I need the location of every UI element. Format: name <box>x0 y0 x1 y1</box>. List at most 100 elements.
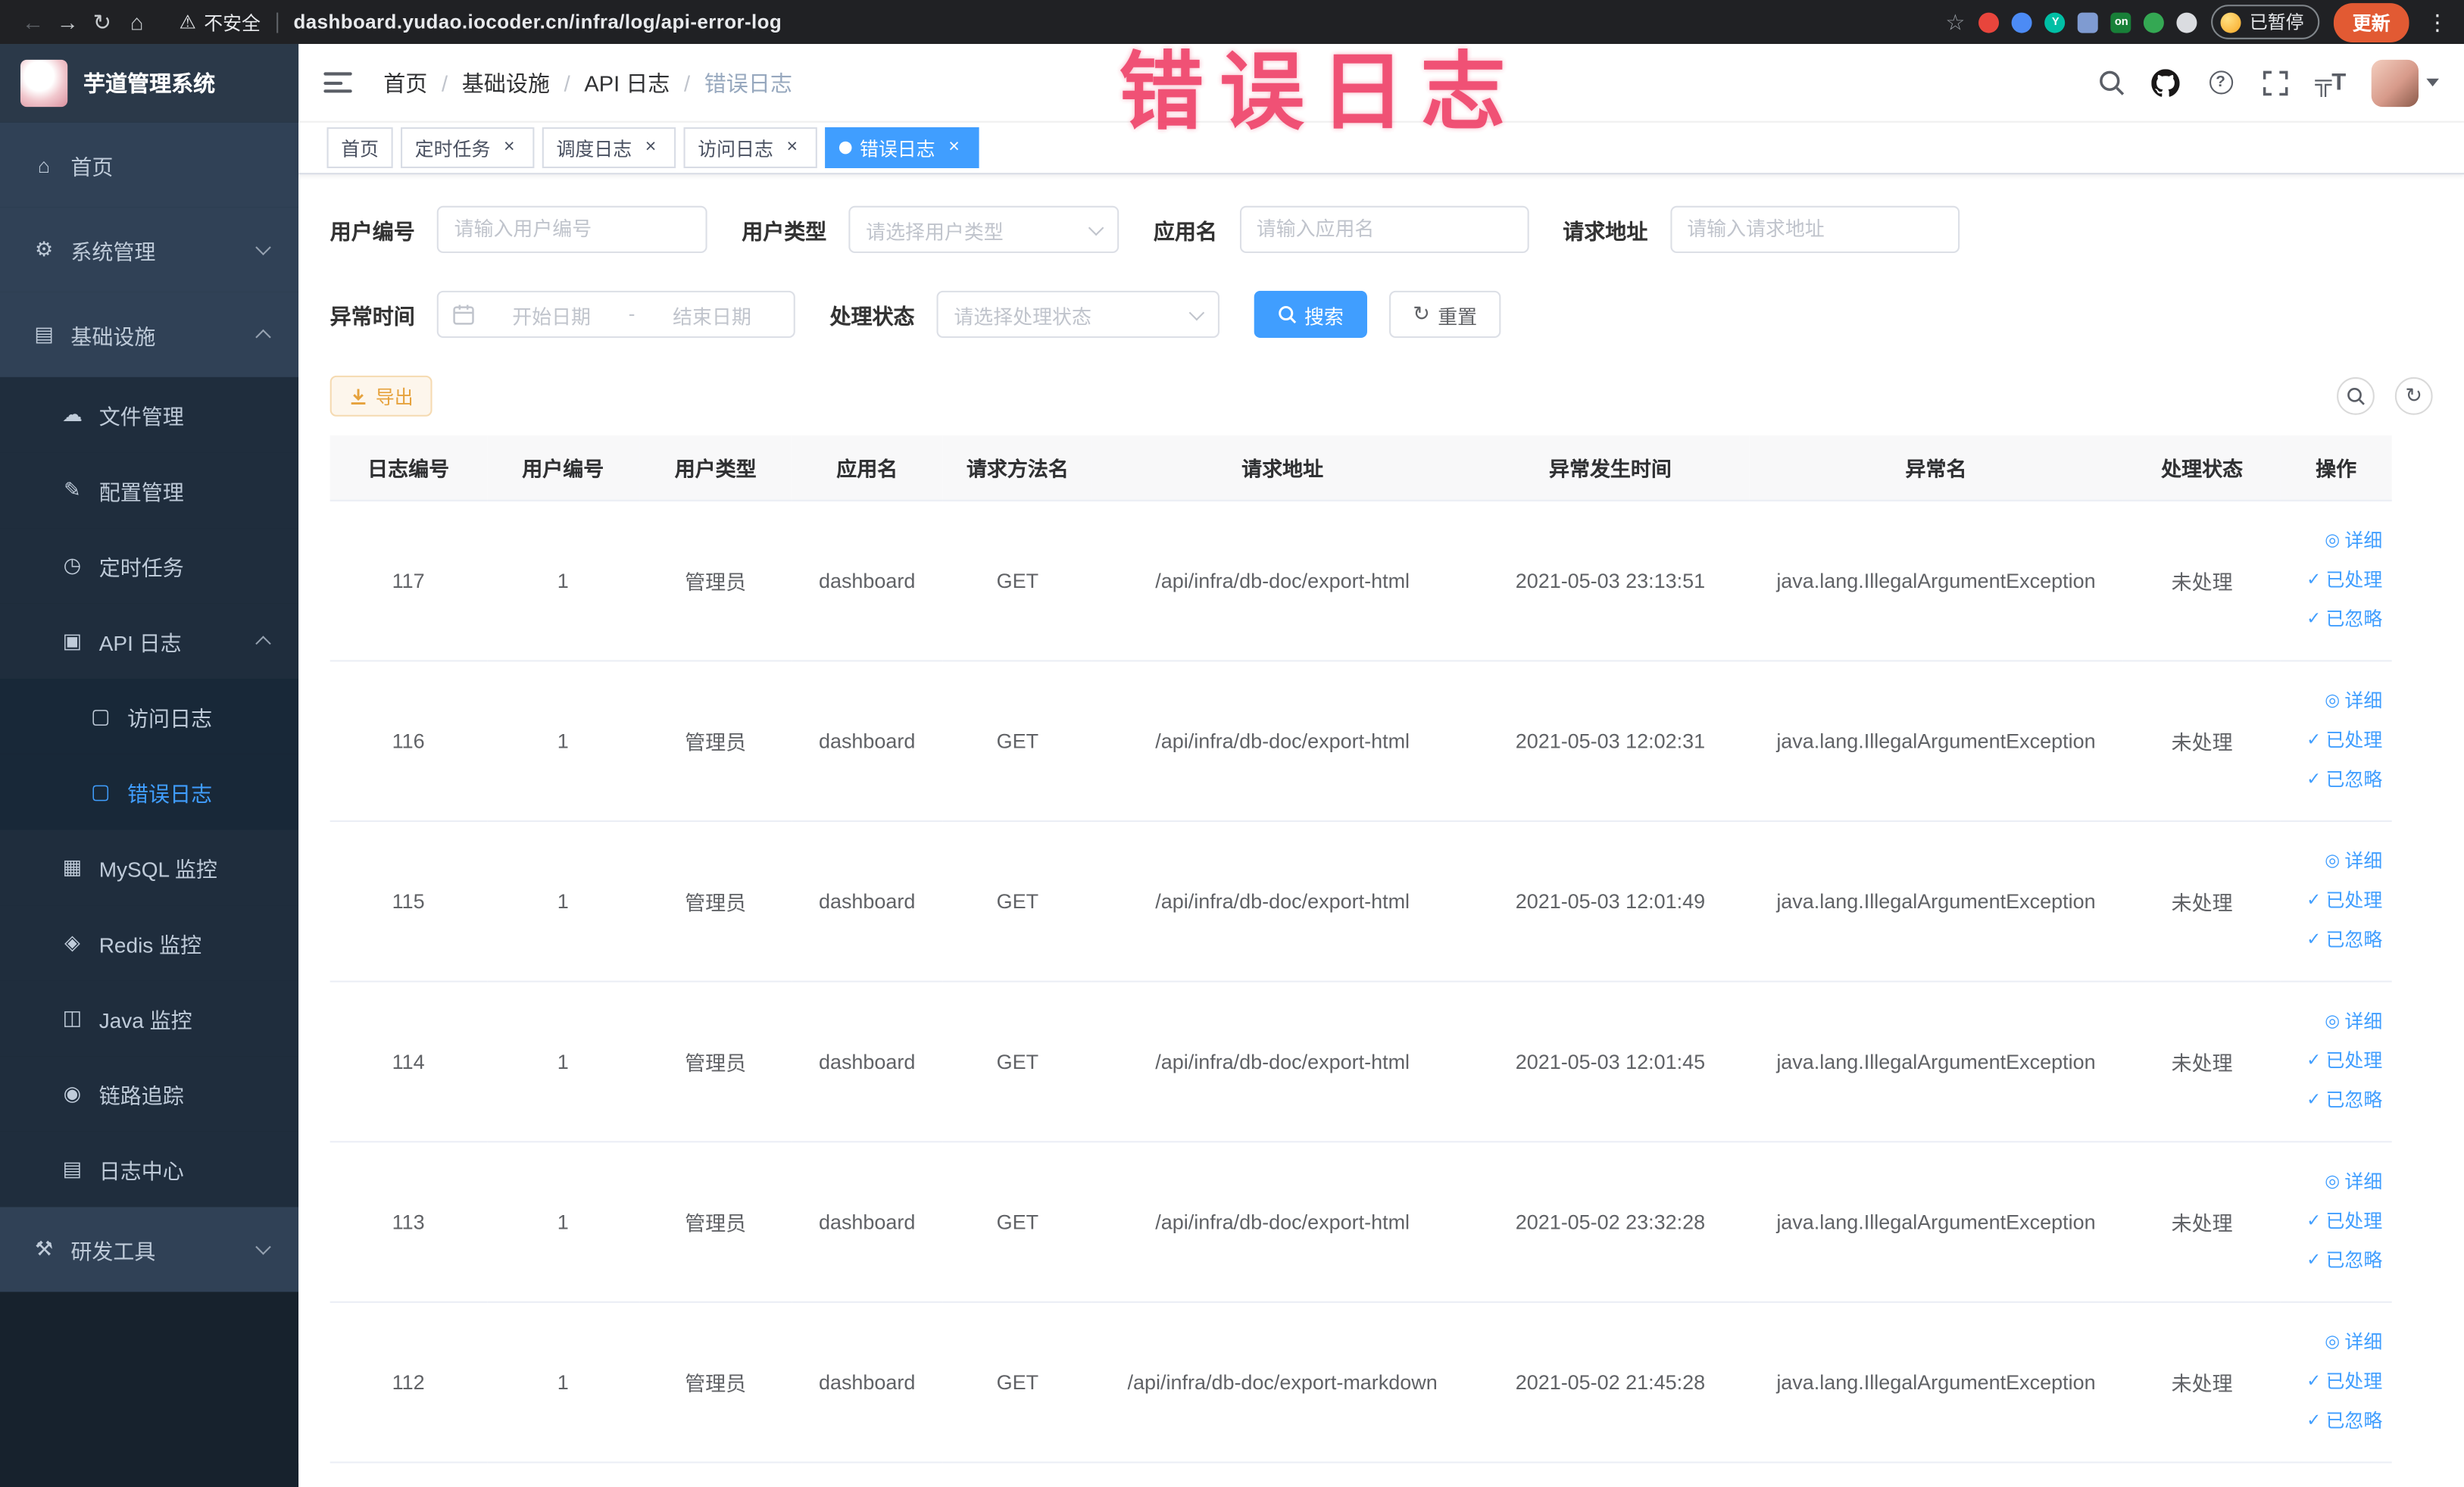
processed-link[interactable]: ✓ 已处理 <box>2287 721 2386 761</box>
filter-user-type: 用户类型 请选择用户类型 <box>742 205 1120 254</box>
tab-job-log[interactable]: 调度日志 × <box>542 127 676 168</box>
sidebar-item-file-management[interactable]: ☁ 文件管理 <box>0 376 299 453</box>
ignored-link[interactable]: ✓ 已忽略 <box>2287 1081 2386 1120</box>
sidebar-item-mysql-monitor[interactable]: ▦ MySQL 监控 <box>0 829 299 906</box>
ignored-link[interactable]: ✓ 已忽略 <box>2287 601 2386 640</box>
breadcrumb-item[interactable]: 首页 <box>383 67 427 98</box>
chrome-update-button[interactable]: 更新 <box>2333 2 2409 42</box>
sidebar-item-error-log[interactable]: ▢ 错误日志 <box>0 754 299 830</box>
processed-link[interactable]: ✓ 已处理 <box>2287 561 2386 601</box>
security-chip[interactable]: ⚠ 不安全 <box>180 8 261 35</box>
paused-extension-badge[interactable]: 已暂停 <box>2212 5 2320 39</box>
sidebar-item-config-management[interactable]: ✎ 配置管理 <box>0 452 299 529</box>
refresh-icon: ↻ <box>1413 301 1430 326</box>
user-menu[interactable] <box>2371 58 2439 107</box>
ext-light-circle-icon[interactable] <box>2177 11 2198 33</box>
close-icon[interactable]: × <box>640 136 662 158</box>
user-type-select[interactable]: 请选择用户类型 <box>848 205 1120 254</box>
sidebar-item-trace[interactable]: ◉ 链路追踪 <box>0 1056 299 1132</box>
process-status-select[interactable]: 请选择处理状态 <box>936 290 1220 339</box>
help-icon[interactable]: ? <box>2206 68 2234 96</box>
breadcrumb-item[interactable]: API 日志 <box>584 67 670 98</box>
export-button[interactable]: 导出 <box>329 375 433 417</box>
tab-home[interactable]: 首页 <box>326 127 393 168</box>
ext-teal-circle-icon[interactable]: Y <box>2045 11 2066 33</box>
error-log-table: 日志编号 用户编号 用户类型 应用名 请求方法名 请求地址 异常发生时间 异常名 处理状态 操作 … <box>329 435 2392 1464</box>
ext-on-badge-icon[interactable]: on <box>2111 11 2132 33</box>
request-url-input[interactable] <box>1669 205 1960 254</box>
tab-error-log[interactable]: 错误日志 × <box>825 127 979 168</box>
font-size-icon[interactable]: ╦T <box>2315 68 2346 96</box>
tab-scheduled-jobs[interactable]: 定时任务 × <box>401 127 535 168</box>
ext-grid-icon[interactable] <box>2078 11 2099 33</box>
chrome-menu-icon[interactable]: ⋮ <box>2426 8 2448 35</box>
detail-link[interactable]: ◎ 详细 <box>2287 1323 2386 1363</box>
reload-icon[interactable]: ↻ <box>85 8 120 35</box>
tab-access-log[interactable]: 访问日志 × <box>683 127 817 168</box>
sidebar-item-log-center[interactable]: ▤ 日志中心 <box>0 1131 299 1207</box>
sidebar-item-api-log[interactable]: ▣ API 日志 <box>0 603 299 679</box>
detail-link[interactable]: ◎ 详细 <box>2287 842 2386 882</box>
bookmark-star-icon[interactable]: ☆ <box>1945 8 1965 35</box>
ignored-link[interactable]: ✓ 已忽略 <box>2287 1402 2386 1442</box>
sidebar-item-java-monitor[interactable]: ◫ Java 监控 <box>0 980 299 1057</box>
sidebar-item-scheduled-jobs[interactable]: ◷ 定时任务 <box>0 528 299 604</box>
detail-link[interactable]: ◎ 详细 <box>2287 522 2386 561</box>
github-icon[interactable] <box>2151 68 2180 96</box>
log-center-icon: ▤ <box>62 1156 83 1181</box>
sidebar-item-redis-monitor[interactable]: ◈ Redis 监控 <box>0 905 299 981</box>
sidebar-item-system-management[interactable]: ⚙ 系统管理 <box>0 207 299 292</box>
processed-link[interactable]: ✓ 已处理 <box>2287 1042 2386 1082</box>
browser-home-icon[interactable]: ⌂ <box>120 9 155 34</box>
sidebar-item-home[interactable]: ⌂ 首页 <box>0 122 299 208</box>
hamburger-icon[interactable] <box>323 72 352 93</box>
cell-id: 113 <box>329 1142 487 1303</box>
sidebar-item-dev-tools[interactable]: ⚒ 研发工具 <box>0 1207 299 1292</box>
chevron-down-icon <box>255 1239 271 1255</box>
ext-red-circle-icon[interactable] <box>1979 11 2000 33</box>
sidebar-item-label: 链路追踪 <box>98 1084 184 1108</box>
sidebar-item-infrastructure[interactable]: ▤ 基础设施 <box>0 292 299 377</box>
ext-blue-drop-icon[interactable] <box>2012 11 2033 33</box>
ext-leaf-icon[interactable] <box>2144 11 2165 33</box>
fullscreen-icon[interactable] <box>2261 68 2289 96</box>
sidebar-item-access-log[interactable]: ▢ 访问日志 <box>0 679 299 754</box>
refresh-button[interactable]: ↻ <box>2394 376 2433 415</box>
back-icon[interactable]: ← <box>16 9 51 34</box>
search-toggle-button[interactable] <box>2337 376 2375 415</box>
breadcrumb-item[interactable]: 基础设施 <box>462 67 550 98</box>
forward-icon[interactable]: → <box>50 9 85 34</box>
detail-link[interactable]: ◎ 详细 <box>2287 1163 2386 1202</box>
cell-url: /api/infra/db-doc/export-html <box>1092 981 1472 1143</box>
ignored-link[interactable]: ✓ 已忽略 <box>2287 1242 2386 1281</box>
detail-link[interactable]: ◎ 详细 <box>2287 1003 2386 1042</box>
reset-button[interactable]: ↻ 重置 <box>1389 290 1501 339</box>
logo-row[interactable]: 芋道管理系统 <box>0 44 299 123</box>
cell-app: dashboard <box>792 1301 943 1464</box>
sidebar: 芋道管理系统 ⌂ 首页 ⚙ 系统管理 ▤ 基础设施 ☁ 文件管理 ✎ 配置管理 ◷ 定时任务 ▣ API … <box>0 44 299 1487</box>
select-placeholder: 请选择处理状态 <box>954 305 1091 328</box>
user-id-input[interactable] <box>436 205 707 254</box>
sidebar-item-label: 文件管理 <box>98 405 184 430</box>
trace-icon: ◉ <box>63 1081 82 1105</box>
detail-link[interactable]: ◎ 详细 <box>2287 682 2386 721</box>
close-icon[interactable]: × <box>943 136 965 158</box>
app-name-input[interactable] <box>1238 205 1529 254</box>
ignored-link[interactable]: ✓ 已忽略 <box>2287 921 2386 961</box>
processed-link[interactable]: ✓ 已处理 <box>2287 882 2386 921</box>
processed-link[interactable]: ✓ 已处理 <box>2287 1363 2386 1402</box>
cell-method: GET <box>942 661 1093 823</box>
cell-url: /api/infra/db-doc/export-html <box>1092 821 1472 982</box>
ignored-link[interactable]: ✓ 已忽略 <box>2287 761 2386 800</box>
close-icon[interactable]: × <box>498 136 520 158</box>
job-icon: ◷ <box>63 553 82 577</box>
search-button[interactable]: 搜索 <box>1254 290 1368 339</box>
processed-link[interactable]: ✓ 已处理 <box>2287 1202 2386 1242</box>
search-icon[interactable] <box>2097 68 2125 96</box>
address-url[interactable]: dashboard.yudao.iocoder.cn/infra/log/api… <box>294 11 782 33</box>
browser-chrome: ← → ↻ ⌂ ⚠ 不安全 dashboard.yudao.iocoder.cn… <box>0 0 2464 45</box>
exception-time-range-picker[interactable]: 开始日期 - 结束日期 <box>436 290 795 339</box>
check-icon: ✓ <box>2306 1411 2322 1430</box>
close-icon[interactable]: × <box>781 136 803 158</box>
check-icon: ✓ <box>2306 930 2322 950</box>
